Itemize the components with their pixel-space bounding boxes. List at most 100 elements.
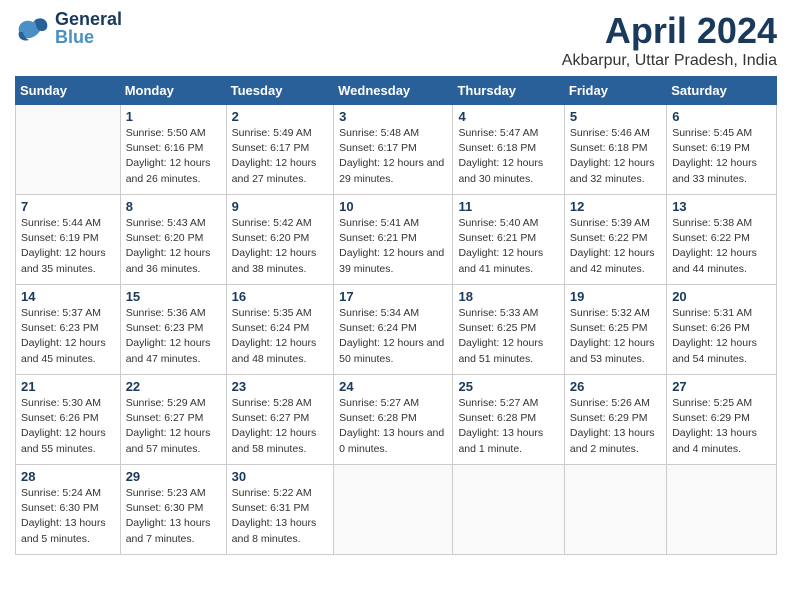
- day-number: 18: [458, 289, 558, 304]
- day-number: 11: [458, 199, 558, 214]
- day-number: 13: [672, 199, 771, 214]
- day-cell: 25 Sunrise: 5:27 AMSunset: 6:28 PMDayligh…: [453, 375, 564, 465]
- day-cell: 21 Sunrise: 5:30 AMSunset: 6:26 PMDayligh…: [16, 375, 121, 465]
- week-row-0: 1 Sunrise: 5:50 AMSunset: 6:16 PMDaylight…: [16, 105, 777, 195]
- day-detail: Sunrise: 5:43 AMSunset: 6:20 PMDaylight:…: [126, 216, 221, 277]
- day-cell: [564, 465, 666, 555]
- day-cell: 22 Sunrise: 5:29 AMSunset: 6:27 PMDayligh…: [120, 375, 226, 465]
- day-detail: Sunrise: 5:50 AMSunset: 6:16 PMDaylight:…: [126, 126, 221, 187]
- day-number: 5: [570, 109, 661, 124]
- day-number: 16: [232, 289, 329, 304]
- day-detail: Sunrise: 5:25 AMSunset: 6:29 PMDaylight:…: [672, 396, 771, 457]
- day-cell: 28 Sunrise: 5:24 AMSunset: 6:30 PMDayligh…: [16, 465, 121, 555]
- day-number: 2: [232, 109, 329, 124]
- day-number: 24: [339, 379, 447, 394]
- logo-text: General Blue: [55, 10, 122, 46]
- day-cell: 15 Sunrise: 5:36 AMSunset: 6:23 PMDayligh…: [120, 285, 226, 375]
- day-detail: Sunrise: 5:36 AMSunset: 6:23 PMDaylight:…: [126, 306, 221, 367]
- day-cell: [16, 105, 121, 195]
- day-detail: Sunrise: 5:38 AMSunset: 6:22 PMDaylight:…: [672, 216, 771, 277]
- day-cell: 12 Sunrise: 5:39 AMSunset: 6:22 PMDayligh…: [564, 195, 666, 285]
- day-number: 1: [126, 109, 221, 124]
- day-number: 19: [570, 289, 661, 304]
- weekday-header-wednesday: Wednesday: [334, 77, 453, 105]
- weekday-header-friday: Friday: [564, 77, 666, 105]
- day-detail: Sunrise: 5:45 AMSunset: 6:19 PMDaylight:…: [672, 126, 771, 187]
- week-row-3: 21 Sunrise: 5:30 AMSunset: 6:26 PMDayligh…: [16, 375, 777, 465]
- day-cell: 23 Sunrise: 5:28 AMSunset: 6:27 PMDayligh…: [226, 375, 334, 465]
- day-number: 22: [126, 379, 221, 394]
- day-detail: Sunrise: 5:27 AMSunset: 6:28 PMDaylight:…: [458, 396, 558, 457]
- day-detail: Sunrise: 5:30 AMSunset: 6:26 PMDaylight:…: [21, 396, 115, 457]
- sub-title: Akbarpur, Uttar Pradesh, India: [562, 52, 777, 70]
- day-cell: 17 Sunrise: 5:34 AMSunset: 6:24 PMDayligh…: [334, 285, 453, 375]
- day-detail: Sunrise: 5:28 AMSunset: 6:27 PMDaylight:…: [232, 396, 329, 457]
- calendar-table: SundayMondayTuesdayWednesdayThursdayFrid…: [15, 76, 777, 555]
- day-number: 8: [126, 199, 221, 214]
- day-cell: 1 Sunrise: 5:50 AMSunset: 6:16 PMDaylight…: [120, 105, 226, 195]
- day-detail: Sunrise: 5:44 AMSunset: 6:19 PMDaylight:…: [21, 216, 115, 277]
- day-number: 4: [458, 109, 558, 124]
- logo-blue: Blue: [55, 28, 122, 46]
- day-cell: 8 Sunrise: 5:43 AMSunset: 6:20 PMDaylight…: [120, 195, 226, 285]
- weekday-header-tuesday: Tuesday: [226, 77, 334, 105]
- day-number: 3: [339, 109, 447, 124]
- day-number: 9: [232, 199, 329, 214]
- day-cell: 18 Sunrise: 5:33 AMSunset: 6:25 PMDayligh…: [453, 285, 564, 375]
- day-cell: 3 Sunrise: 5:48 AMSunset: 6:17 PMDaylight…: [334, 105, 453, 195]
- day-number: 28: [21, 469, 115, 484]
- day-cell: 4 Sunrise: 5:47 AMSunset: 6:18 PMDaylight…: [453, 105, 564, 195]
- day-number: 12: [570, 199, 661, 214]
- day-number: 15: [126, 289, 221, 304]
- day-detail: Sunrise: 5:40 AMSunset: 6:21 PMDaylight:…: [458, 216, 558, 277]
- day-detail: Sunrise: 5:37 AMSunset: 6:23 PMDaylight:…: [21, 306, 115, 367]
- day-number: 7: [21, 199, 115, 214]
- day-number: 23: [232, 379, 329, 394]
- day-detail: Sunrise: 5:42 AMSunset: 6:20 PMDaylight:…: [232, 216, 329, 277]
- day-cell: 16 Sunrise: 5:35 AMSunset: 6:24 PMDayligh…: [226, 285, 334, 375]
- day-number: 30: [232, 469, 329, 484]
- day-number: 25: [458, 379, 558, 394]
- day-detail: Sunrise: 5:27 AMSunset: 6:28 PMDaylight:…: [339, 396, 447, 457]
- day-cell: 5 Sunrise: 5:46 AMSunset: 6:18 PMDaylight…: [564, 105, 666, 195]
- day-cell: 19 Sunrise: 5:32 AMSunset: 6:25 PMDayligh…: [564, 285, 666, 375]
- day-cell: 11 Sunrise: 5:40 AMSunset: 6:21 PMDayligh…: [453, 195, 564, 285]
- main-title: April 2024: [562, 10, 777, 52]
- day-detail: Sunrise: 5:46 AMSunset: 6:18 PMDaylight:…: [570, 126, 661, 187]
- day-cell: 27Sunrise: 5:25 AMSunset: 6:29 PMDayligh…: [667, 375, 777, 465]
- day-detail: Sunrise: 5:29 AMSunset: 6:27 PMDaylight:…: [126, 396, 221, 457]
- day-detail: Sunrise: 5:22 AMSunset: 6:31 PMDaylight:…: [232, 486, 329, 547]
- day-cell: 20Sunrise: 5:31 AMSunset: 6:26 PMDayligh…: [667, 285, 777, 375]
- day-number: 6: [672, 109, 771, 124]
- day-number: 26: [570, 379, 661, 394]
- day-detail: Sunrise: 5:47 AMSunset: 6:18 PMDaylight:…: [458, 126, 558, 187]
- day-cell: 29Sunrise: 5:23 AMSunset: 6:30 PMDayligh…: [120, 465, 226, 555]
- logo-icon: [15, 14, 51, 42]
- day-cell: 9 Sunrise: 5:42 AMSunset: 6:20 PMDaylight…: [226, 195, 334, 285]
- logo: General Blue: [15, 10, 122, 46]
- day-number: 17: [339, 289, 447, 304]
- day-number: 10: [339, 199, 447, 214]
- title-block: April 2024 Akbarpur, Uttar Pradesh, Indi…: [562, 10, 777, 70]
- day-cell: 7 Sunrise: 5:44 AMSunset: 6:19 PMDaylight…: [16, 195, 121, 285]
- day-cell: 6 Sunrise: 5:45 AMSunset: 6:19 PMDaylight…: [667, 105, 777, 195]
- day-cell: [453, 465, 564, 555]
- weekday-header-saturday: Saturday: [667, 77, 777, 105]
- day-detail: Sunrise: 5:26 AMSunset: 6:29 PMDaylight:…: [570, 396, 661, 457]
- logo-general: General: [55, 10, 122, 28]
- day-cell: 24 Sunrise: 5:27 AMSunset: 6:28 PMDayligh…: [334, 375, 453, 465]
- day-detail: Sunrise: 5:48 AMSunset: 6:17 PMDaylight:…: [339, 126, 447, 187]
- day-detail: Sunrise: 5:24 AMSunset: 6:30 PMDaylight:…: [21, 486, 115, 547]
- day-cell: 14Sunrise: 5:37 AMSunset: 6:23 PMDayligh…: [16, 285, 121, 375]
- day-number: 20: [672, 289, 771, 304]
- week-row-2: 14Sunrise: 5:37 AMSunset: 6:23 PMDayligh…: [16, 285, 777, 375]
- day-detail: Sunrise: 5:35 AMSunset: 6:24 PMDaylight:…: [232, 306, 329, 367]
- day-number: 21: [21, 379, 115, 394]
- day-cell: 2Sunrise: 5:49 AMSunset: 6:17 PMDaylight…: [226, 105, 334, 195]
- week-row-1: 7 Sunrise: 5:44 AMSunset: 6:19 PMDaylight…: [16, 195, 777, 285]
- day-detail: Sunrise: 5:39 AMSunset: 6:22 PMDaylight:…: [570, 216, 661, 277]
- day-detail: Sunrise: 5:32 AMSunset: 6:25 PMDaylight:…: [570, 306, 661, 367]
- day-detail: Sunrise: 5:33 AMSunset: 6:25 PMDaylight:…: [458, 306, 558, 367]
- day-detail: Sunrise: 5:34 AMSunset: 6:24 PMDaylight:…: [339, 306, 447, 367]
- day-detail: Sunrise: 5:41 AMSunset: 6:21 PMDaylight:…: [339, 216, 447, 277]
